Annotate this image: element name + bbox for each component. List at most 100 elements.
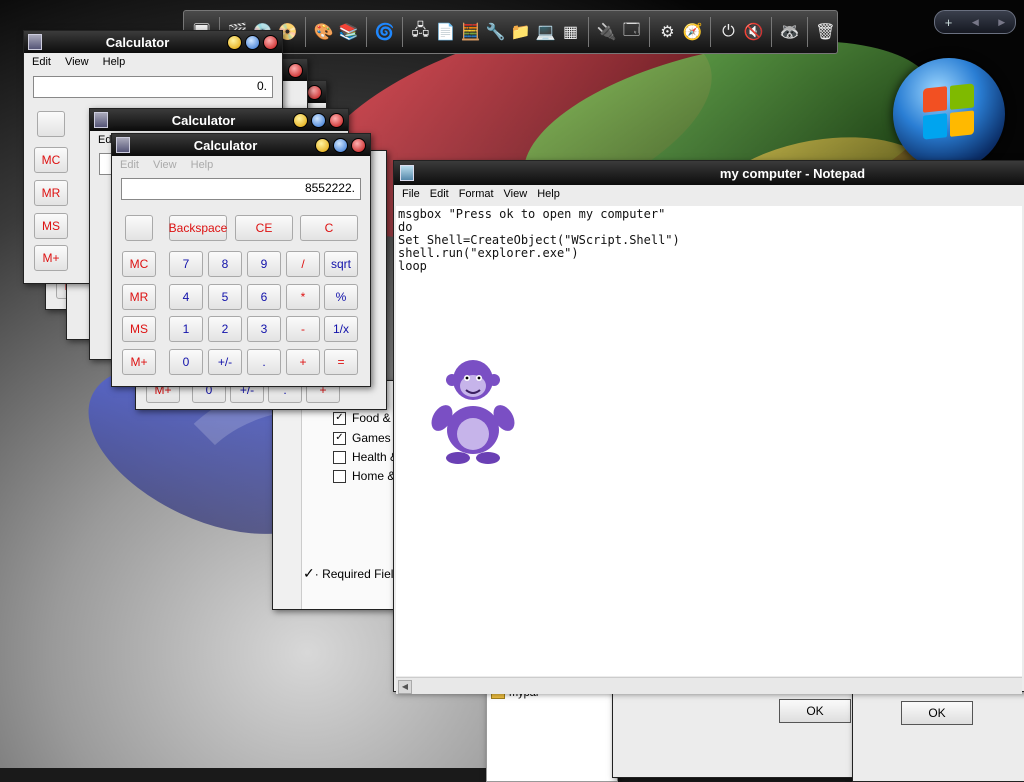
calc-3-button[interactable]: 3 xyxy=(247,316,281,342)
virtual-desktop-switcher: + ◀ ▶ xyxy=(934,10,1016,34)
swirl-icon[interactable]: 🌀 xyxy=(373,20,396,44)
close-button[interactable] xyxy=(329,112,344,128)
chip-icon[interactable]: 🔌 xyxy=(595,20,618,44)
calc-ms-button[interactable]: MS xyxy=(34,213,68,239)
menu-help[interactable]: Help xyxy=(537,188,560,200)
checkbox-box[interactable]: ✓ xyxy=(333,411,346,425)
tools-icon[interactable]: 🔧 xyxy=(484,20,507,44)
books-icon[interactable]: 📚 xyxy=(337,20,360,44)
next-desktop-button[interactable]: ▶ xyxy=(998,17,1005,28)
monitor-icon[interactable]: 💻 xyxy=(534,20,557,44)
folder-icon[interactable]: 📁 xyxy=(509,20,532,44)
checkbox-health[interactable]: Health & xyxy=(333,450,398,464)
menu-view[interactable]: View xyxy=(65,56,89,68)
calc-mr-button[interactable]: MR xyxy=(122,284,156,310)
calc-backspace-button[interactable]: Backspace xyxy=(169,215,227,241)
dock-separator xyxy=(770,17,772,47)
calc-mr-button[interactable]: MR xyxy=(34,180,68,206)
palette-icon[interactable]: 🎨 xyxy=(312,20,335,44)
mute-icon[interactable]: 🔇 xyxy=(742,20,765,44)
checkbox-label: Health & xyxy=(352,450,399,464)
power-icon[interactable]: ⏻ xyxy=(717,20,740,44)
calc-ce-button[interactable]: CE xyxy=(235,215,293,241)
checkbox-box[interactable]: ✓ xyxy=(333,431,346,445)
calc-mc-button[interactable]: MC xyxy=(34,147,68,173)
prev-desktop-button[interactable]: ◀ xyxy=(972,17,979,28)
calc-5-button[interactable]: 5 xyxy=(208,284,242,310)
calc-0-button[interactable]: 0 xyxy=(169,349,203,375)
calc-c-button[interactable]: C xyxy=(300,215,358,241)
calc-mplus-button[interactable]: M+ xyxy=(122,349,156,375)
safari-icon[interactable]: 🧭 xyxy=(681,20,704,44)
recycle-bin-icon[interactable]: 🗑 xyxy=(814,20,837,44)
minimize-button[interactable] xyxy=(293,112,308,128)
calc-plusminus-button[interactable]: +/- xyxy=(208,349,242,375)
raccoon-icon[interactable]: 🦝 xyxy=(778,20,801,44)
checkbox-box[interactable] xyxy=(333,469,346,483)
ok-button[interactable]: OK xyxy=(779,699,851,723)
menu-edit[interactable]: Edit xyxy=(120,159,139,171)
calc-memory-indicator xyxy=(37,111,65,137)
dock-separator xyxy=(806,17,808,47)
minimize-button[interactable] xyxy=(227,34,242,50)
menu-help[interactable]: Help xyxy=(103,56,126,68)
close-button[interactable] xyxy=(307,84,322,100)
menu-edit[interactable]: Edit xyxy=(430,188,449,200)
window-icon[interactable]: 🗔 xyxy=(620,20,643,44)
calc-decimal-button[interactable]: . xyxy=(247,349,281,375)
document-icon[interactable]: 📄 xyxy=(434,20,457,44)
maximize-button[interactable] xyxy=(245,34,260,50)
calc-mc-button[interactable]: MC xyxy=(122,251,156,277)
calc-1-button[interactable]: 1 xyxy=(169,316,203,342)
calc-4-button[interactable]: 4 xyxy=(169,284,203,310)
horizontal-scrollbar[interactable]: ◀ xyxy=(396,677,1022,694)
calc-6-button[interactable]: 6 xyxy=(247,284,281,310)
menu-view[interactable]: View xyxy=(153,159,177,171)
grid-icon[interactable]: ▦ xyxy=(559,20,582,44)
calculator-titlebar: Calculator xyxy=(90,109,348,131)
ok-button[interactable]: OK xyxy=(901,701,973,725)
notepad-icon xyxy=(400,165,414,181)
calc-8-button[interactable]: 8 xyxy=(208,251,242,277)
maximize-button[interactable] xyxy=(311,112,326,128)
checkbox-box[interactable] xyxy=(333,450,346,464)
menu-edit[interactable]: Edit xyxy=(32,56,51,68)
calc-add-button[interactable]: + xyxy=(286,349,320,375)
menu-format[interactable]: Format xyxy=(459,188,494,200)
scroll-left-icon[interactable]: ◀ xyxy=(398,680,412,694)
start-orb-button[interactable] xyxy=(893,58,1005,170)
calculator-window: Calculator Edit View Help 8552222. Backs… xyxy=(111,133,371,387)
menu-help[interactable]: Help xyxy=(191,159,214,171)
calc-ms-button[interactable]: MS xyxy=(122,316,156,342)
close-button[interactable] xyxy=(351,137,366,153)
required-field-note: ✓· Required Field xyxy=(303,565,400,582)
close-button[interactable] xyxy=(288,62,303,78)
add-desktop-button[interactable]: + xyxy=(945,15,953,30)
minimize-button[interactable] xyxy=(315,137,330,153)
calc-multiply-button[interactable]: * xyxy=(286,284,320,310)
calc-equals-button[interactable]: = xyxy=(324,349,358,375)
menu-view[interactable]: View xyxy=(504,188,528,200)
bonzi-buddy-character[interactable] xyxy=(428,352,518,467)
checkbox-games[interactable]: ✓ Games xyxy=(333,431,391,445)
maximize-button[interactable] xyxy=(333,137,348,153)
checkbox-food[interactable]: ✓ Food & V xyxy=(333,411,402,425)
dock-separator xyxy=(710,17,711,47)
checkbox-home[interactable]: Home & I xyxy=(333,469,402,483)
close-button[interactable] xyxy=(263,34,278,50)
message-dialog: OK xyxy=(612,686,854,778)
calc-divide-button[interactable]: / xyxy=(286,251,320,277)
calc-2-button[interactable]: 2 xyxy=(208,316,242,342)
calc-percent-button[interactable]: % xyxy=(324,284,358,310)
calc-subtract-button[interactable]: - xyxy=(286,316,320,342)
calc-mplus-button[interactable]: M+ xyxy=(34,245,68,271)
network-icon[interactable]: 🖧 xyxy=(409,20,432,44)
menu-file[interactable]: File xyxy=(402,188,420,200)
calc-7-button[interactable]: 7 xyxy=(169,251,203,277)
calculator-icon[interactable]: 🧮 xyxy=(459,20,482,44)
settings-icon[interactable]: ⚙ xyxy=(656,20,679,44)
menu-bar: Edit View Help xyxy=(24,53,282,71)
calc-9-button[interactable]: 9 xyxy=(247,251,281,277)
calc-reciprocal-button[interactable]: 1/x xyxy=(324,316,358,342)
calc-sqrt-button[interactable]: sqrt xyxy=(324,251,358,277)
